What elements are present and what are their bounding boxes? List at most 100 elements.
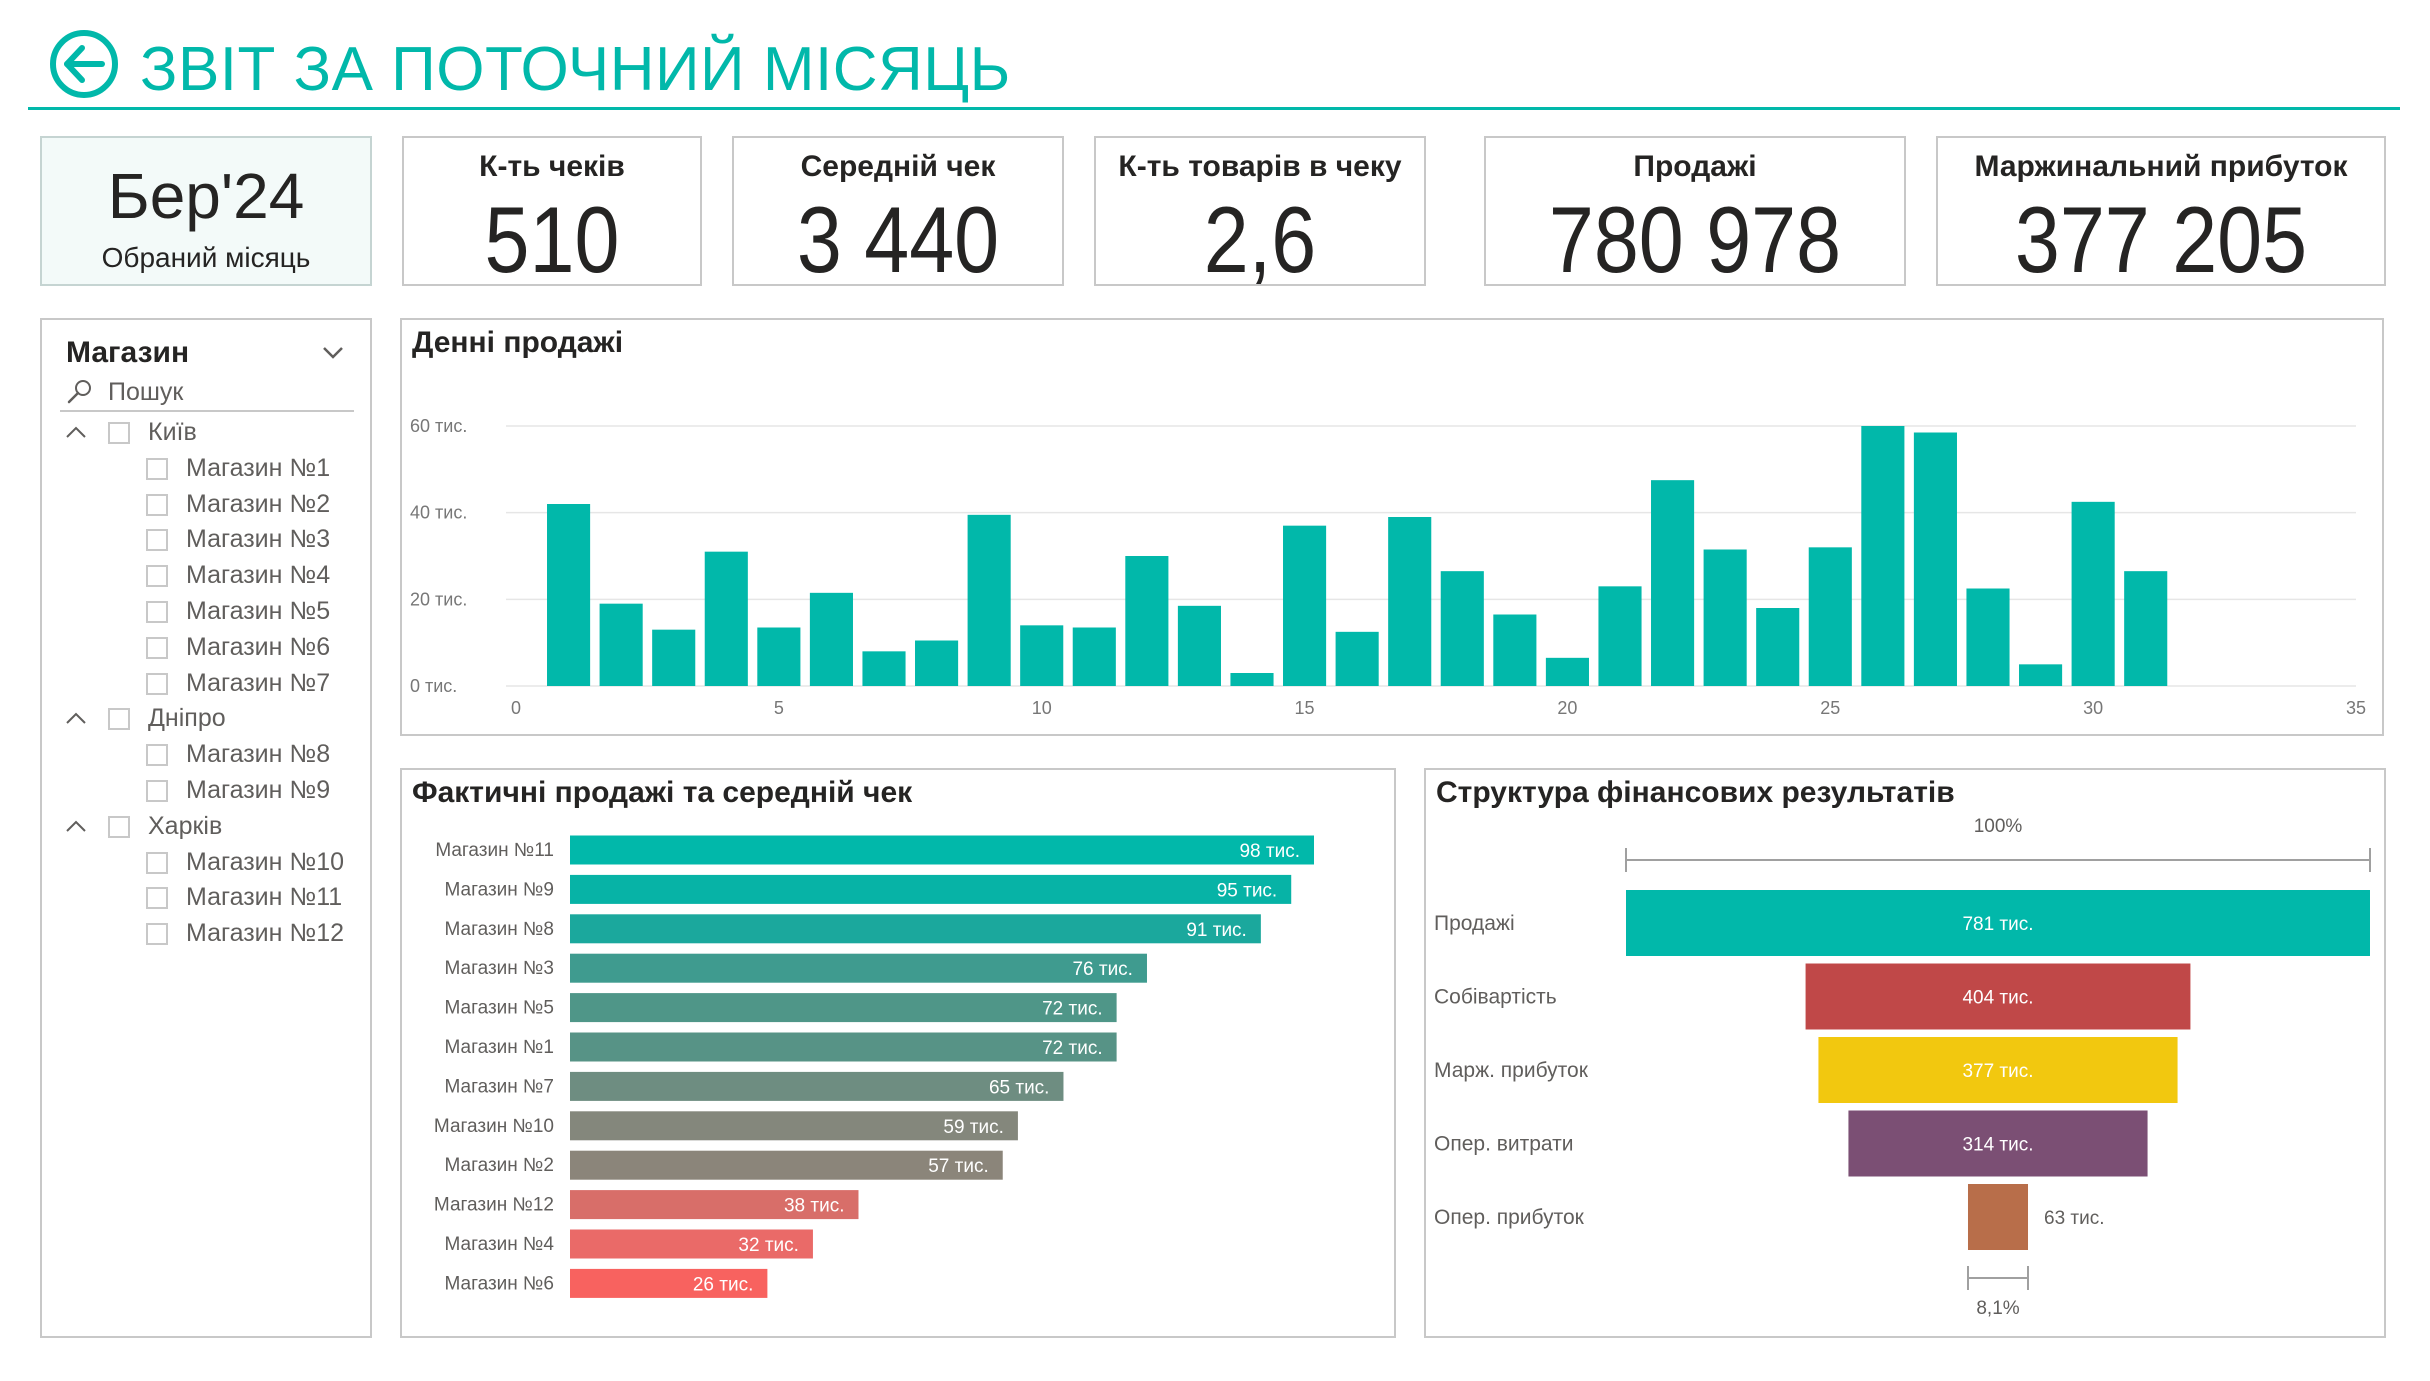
slicer-item[interactable]: Магазин №10 [42,846,372,882]
slicer-item-label: Магазин №9 [186,775,331,804]
x-tick-label: 10 [1032,698,1052,718]
funnel-data-label: 377 тис. [1962,1061,2033,1082]
chevron-up-icon[interactable] [64,816,88,836]
kpi-card-margin-profit: Маржинальний прибуток 377 205 [1936,136,2386,290]
checkbox[interactable] [146,493,168,516]
checkbox[interactable] [146,779,168,802]
kpi-value: 510 [484,187,620,292]
store-category-label: Магазин №1 [444,1037,554,1058]
x-tick-label: 25 [1820,698,1840,718]
checkbox[interactable] [146,529,168,552]
store-category-label: Магазин №10 [434,1116,554,1137]
daily-sales-chart: 0 тис. 20 тис. 40 тис. 60 тис. 0 5 10 15 20 25 30 3… [410,416,2366,718]
slicer-item-label: Магазин №7 [186,668,331,697]
checkbox[interactable] [108,422,130,444]
store-sales-data-label: 76 тис. [1072,959,1133,980]
slicer-item-label: Магазин №10 [186,847,345,876]
daily-sales-bar [862,651,906,686]
chevron-up-icon[interactable] [64,708,88,728]
selected-month-card: Бер'24 Обраний місяць [40,136,372,286]
checkbox[interactable] [146,851,168,874]
store-sales-data-label: 72 тис. [1042,1038,1103,1059]
financial-structure-panel: Структура фінансових результатів 100% Про… [1424,768,2386,1338]
slicer-item[interactable]: Магазин №11 [42,881,372,917]
page-title: ЗВІТ ЗА ПОТОЧНИЙ МІСЯЦЬ [140,35,1011,104]
x-tick-label: 35 [2346,698,2366,718]
daily-sales-panel: Денні продажі 0 тис. 20 тис. 40 тис. 60 тис… [400,318,2384,736]
checkbox[interactable] [146,600,168,623]
store-sales-data-label: 38 тис. [784,1196,845,1217]
daily-sales-bar [1388,517,1432,686]
checkbox[interactable] [146,672,168,695]
selected-month-value: Бер'24 [107,160,305,232]
checkbox[interactable] [108,708,130,731]
funnel-category-label: Опер. прибуток [1434,1206,1585,1229]
slicer-item-label: Магазин №11 [186,883,343,912]
store-category-label: Магазин №2 [444,1155,554,1176]
kpi-title: Середній чек [800,150,996,183]
daily-sales-bar [1020,625,1064,686]
daily-sales-bar [1177,605,1221,686]
slicer-group-label: Харків [148,811,223,840]
checkbox[interactable] [146,565,168,588]
slicer-item[interactable]: Магазин №1 [42,452,372,488]
y-tick-label: 0 тис. [410,676,457,696]
store-sales-data-label: 65 тис. [989,1077,1050,1098]
kpi-title: Продажі [1633,150,1757,183]
daily-sales-bar [2071,501,2115,686]
checkbox[interactable] [146,744,168,767]
funnel-data-label: 314 тис. [1962,1135,2033,1156]
checkbox[interactable] [108,815,130,838]
chevron-up-icon[interactable] [64,422,88,442]
daily-sales-bar [1808,547,1852,686]
slicer-item[interactable]: Магазин №5 [42,595,372,631]
store-category-label: Магазин №7 [444,1076,554,1097]
slicer-item[interactable]: Магазин №9 [42,774,372,810]
slicer-item[interactable]: Магазин №2 [42,488,372,524]
checkbox[interactable] [146,636,168,659]
daily-sales-bar [1861,426,1905,686]
slicer-group-kharkiv[interactable]: Харків [42,810,372,846]
daily-sales-bar [1493,614,1537,686]
slicer-item-label: Магазин №1 [186,453,331,482]
store-sales-panel: Фактичні продажі та середній чек Магазин… [400,768,1396,1338]
slicer-group-label: Дніпро [148,704,226,733]
kpi-value: 377 205 [2014,187,2308,292]
slicer-list: Київ Магазин №1 Магазин №2 Магазин №3 Ма… [42,416,372,953]
daily-sales-bar [809,592,853,686]
slicer-item-label: Магазин №8 [186,740,331,769]
y-tick-label: 40 тис. [410,503,467,523]
financial-funnel-chart: 100% Продажі 781 тис. Собівартість 404 тис. М… [1434,816,2371,1319]
daily-sales-bar [704,551,748,686]
store-category-label: Магазин №4 [444,1234,554,1255]
slicer-group-dnipro[interactable]: Дніпро [42,702,372,738]
kpi-value: 2,6 [1203,187,1317,292]
slicer-search-input[interactable]: Пошук [60,376,354,412]
funnel-data-label: 63 тис. [2044,1208,2105,1229]
funnel-category-label: Собівартість [1434,986,1557,1009]
slicer-group-kyiv[interactable]: Київ [42,416,372,452]
y-tick-label: 20 тис. [410,589,467,609]
selected-month-label: Обраний місяць [101,242,311,273]
chevron-down-icon[interactable] [320,340,346,366]
kpi-value: 3 440 [796,187,1000,292]
slicer-item[interactable]: Магазин №3 [42,523,372,559]
slicer-item-label: Магазин №12 [186,919,345,948]
daily-sales-bar [547,504,591,686]
slicer-item[interactable]: Магазин №6 [42,631,372,667]
slicer-item[interactable]: Магазин №12 [42,917,372,953]
store-sales-data-label: 32 тис. [738,1235,799,1256]
checkbox[interactable] [146,887,168,910]
kpi-title: Маржинальний прибуток [1974,150,2348,183]
slicer-item[interactable]: Магазин №7 [42,667,372,703]
back-arrow-icon[interactable] [48,28,120,100]
slicer-item-label: Магазин №4 [186,561,331,590]
x-tick-label: 0 [511,698,521,718]
checkbox[interactable] [146,923,168,946]
slicer-item[interactable]: Магазин №4 [42,559,372,595]
slicer-item[interactable]: Магазин №8 [42,738,372,774]
checkbox[interactable] [146,457,168,480]
store-sales-bar [570,953,1147,983]
daily-sales-bar [757,627,801,686]
slicer-item-label: Магазин №3 [186,525,331,554]
